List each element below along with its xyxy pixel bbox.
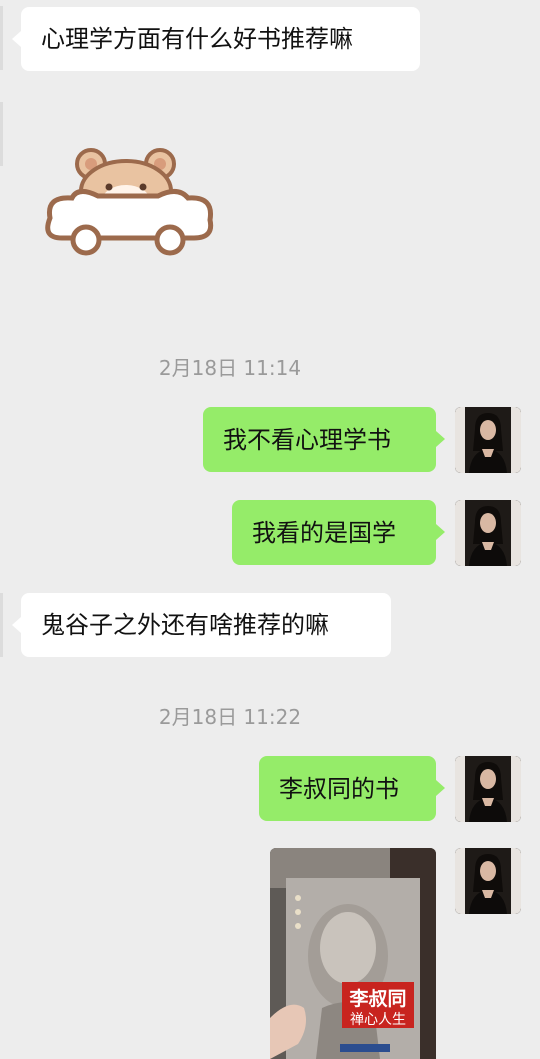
user-avatar[interactable] bbox=[455, 407, 521, 473]
user-avatar[interactable] bbox=[455, 848, 521, 914]
hamster-sticker[interactable] bbox=[38, 146, 216, 266]
bubble-tail bbox=[12, 617, 21, 633]
timestamp: 2月18日 11:14 bbox=[158, 356, 302, 380]
contact-avatar-edge[interactable] bbox=[0, 6, 3, 70]
contact-avatar-edge[interactable] bbox=[0, 102, 3, 166]
bubble-tail bbox=[12, 31, 21, 47]
book-photo-message[interactable]: 李叔同 禅心人生 bbox=[270, 848, 436, 1059]
bubble-tail bbox=[436, 524, 445, 540]
message-bubble-outgoing[interactable]: 李叔同的书 bbox=[259, 756, 436, 821]
bubble-tail bbox=[436, 431, 445, 447]
contact-avatar-edge[interactable] bbox=[0, 593, 3, 657]
user-avatar[interactable] bbox=[455, 756, 521, 822]
message-text: 心理学方面有什么好书推荐嘛 bbox=[41, 25, 353, 53]
message-text: 李叔同的书 bbox=[279, 774, 399, 803]
message-text: 鬼谷子之外还有啥推荐的嘛 bbox=[41, 611, 329, 639]
message-text: 我看的是国学 bbox=[252, 518, 396, 547]
message-bubble-incoming[interactable]: 心理学方面有什么好书推荐嘛 bbox=[21, 7, 420, 71]
bubble-tail bbox=[436, 780, 445, 796]
book-subtitle: 禅心人生 bbox=[350, 1012, 406, 1028]
message-bubble-incoming[interactable]: 鬼谷子之外还有啥推荐的嘛 bbox=[21, 593, 391, 657]
message-bubble-outgoing[interactable]: 我看的是国学 bbox=[232, 500, 436, 565]
timestamp: 2月18日 11:22 bbox=[158, 705, 302, 729]
user-avatar[interactable] bbox=[455, 500, 521, 566]
book-title: 李叔同 bbox=[348, 988, 406, 1010]
message-bubble-outgoing[interactable]: 我不看心理学书 bbox=[203, 407, 436, 472]
message-text: 我不看心理学书 bbox=[223, 425, 391, 454]
